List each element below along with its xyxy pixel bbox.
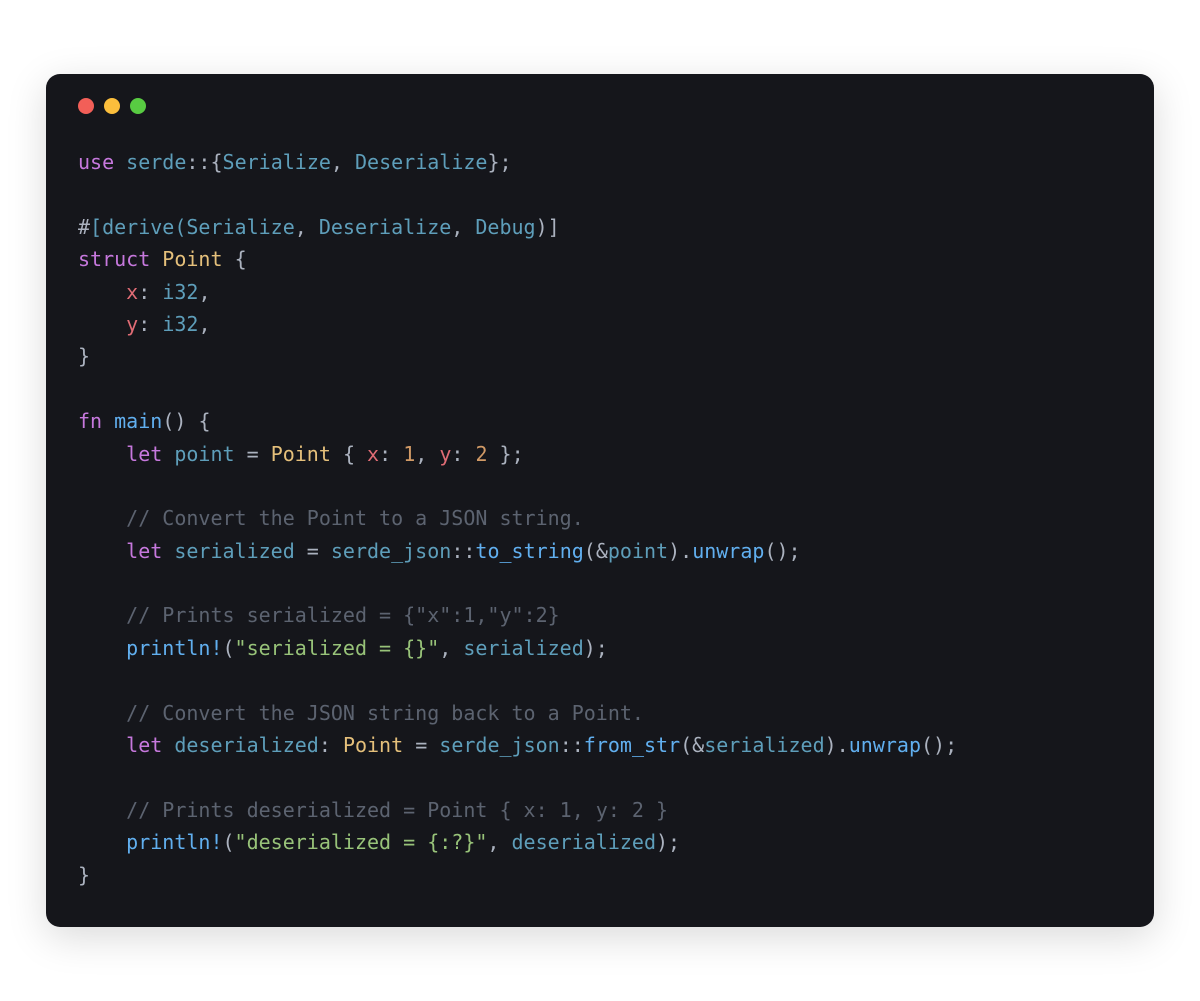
comment: // Prints deserialized = Point { x: 1, y… bbox=[126, 798, 668, 822]
type-i32: i32 bbox=[162, 280, 198, 304]
literal-1: 1 bbox=[403, 442, 415, 466]
type-deserialize: Deserialize bbox=[355, 150, 487, 174]
keyword-fn: fn bbox=[78, 409, 102, 433]
fn-to-string: to_string bbox=[475, 539, 583, 563]
type-serialize: Serialize bbox=[223, 150, 331, 174]
comment: // Convert the Point to a JSON string. bbox=[126, 506, 584, 530]
fn-unwrap: unwrap bbox=[692, 539, 764, 563]
ident-serde: serde bbox=[126, 150, 186, 174]
derive-attr: [derive( bbox=[90, 215, 186, 239]
macro-println: println! bbox=[126, 636, 222, 660]
var-deserialized: deserialized bbox=[174, 733, 319, 757]
keyword-use: use bbox=[78, 150, 114, 174]
fn-from-str: from_str bbox=[584, 733, 680, 757]
fn-main: main bbox=[114, 409, 162, 433]
string-literal: "serialized = {}" bbox=[235, 636, 440, 660]
type-point: Point bbox=[162, 247, 222, 271]
code-block: use serde::{Serialize, Deserialize}; #[d… bbox=[78, 146, 1122, 891]
var-serialized: serialized bbox=[174, 539, 294, 563]
literal-2: 2 bbox=[475, 442, 487, 466]
maximize-icon[interactable] bbox=[130, 98, 146, 114]
keyword-let: let bbox=[126, 442, 162, 466]
string-literal: "deserialized = {:?}" bbox=[235, 830, 488, 854]
close-icon[interactable] bbox=[78, 98, 94, 114]
terminal-window: use serde::{Serialize, Deserialize}; #[d… bbox=[46, 74, 1154, 927]
keyword-struct: struct bbox=[78, 247, 150, 271]
window-controls bbox=[78, 98, 1122, 114]
field-x: x bbox=[126, 280, 138, 304]
comment: // Convert the JSON string back to a Poi… bbox=[126, 701, 644, 725]
minimize-icon[interactable] bbox=[104, 98, 120, 114]
field-y: y bbox=[126, 312, 138, 336]
mod-serde-json: serde_json bbox=[331, 539, 451, 563]
var-point: point bbox=[174, 442, 234, 466]
comment: // Prints serialized = {"x":1,"y":2} bbox=[126, 603, 559, 627]
